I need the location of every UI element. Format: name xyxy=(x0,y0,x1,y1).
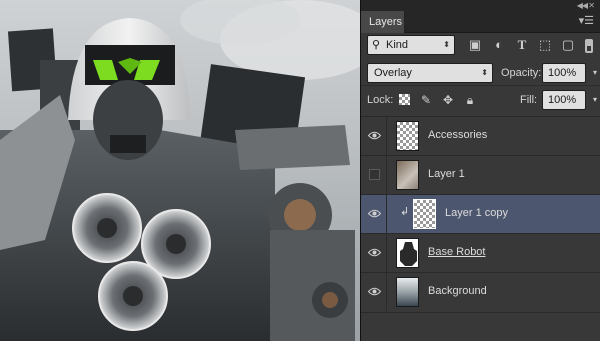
layer-row-layer-1[interactable]: Layer 1 xyxy=(361,155,600,194)
layer-name[interactable]: Accessories xyxy=(428,129,487,141)
layer-thumbnail xyxy=(396,160,419,190)
filter-toggle-icon[interactable] xyxy=(585,39,593,53)
panel-tab-row: Layers ▾☰ xyxy=(361,11,600,33)
visibility-toggle[interactable] xyxy=(361,234,387,272)
eye-icon xyxy=(368,209,381,218)
search-icon: ⚲ xyxy=(372,39,381,51)
lock-transparent-icon[interactable] xyxy=(399,94,410,105)
layer-thumbnail xyxy=(396,277,419,307)
filter-shape-icon[interactable]: ⬚ xyxy=(537,37,553,53)
blend-mode-dropdown[interactable]: Overlay ⬍ xyxy=(367,63,493,83)
layer-thumbnail xyxy=(396,121,419,151)
layer-row-background[interactable]: Background xyxy=(361,272,600,311)
lock-move-icon[interactable]: ✥ xyxy=(441,93,455,107)
robot-thumbnail-icon xyxy=(397,239,418,267)
eye-icon xyxy=(368,287,381,296)
layers-list-empty-area xyxy=(361,312,600,341)
visibility-toggle[interactable] xyxy=(361,273,387,311)
visibility-toggle[interactable] xyxy=(361,195,387,233)
layer-name[interactable]: Background xyxy=(428,285,487,297)
layer-thumbnail xyxy=(413,199,436,229)
clipping-mask-icon: ↲ xyxy=(400,206,410,218)
lock-all-icon[interactable]: 🔒︎ xyxy=(463,93,477,107)
layer-name[interactable]: Base Robot xyxy=(428,246,485,258)
panel-titlebar: ◀◀ ✕ xyxy=(361,0,600,11)
layer-row-accessories[interactable]: Accessories xyxy=(361,116,600,155)
fill-field[interactable]: 100% ▾ xyxy=(542,90,597,110)
filter-kind-dropdown[interactable]: ⚲ Kind ⬍ xyxy=(367,35,455,55)
opacity-field[interactable]: 100% ▾ xyxy=(542,63,597,83)
eye-icon xyxy=(368,131,381,140)
lock-row: Lock: ✎ ✥ 🔒︎ Fill: 100% ▾ xyxy=(361,87,600,114)
lock-brush-icon[interactable]: ✎ xyxy=(419,93,433,107)
fill-arrow-icon[interactable]: ▾ xyxy=(593,91,597,109)
layer-row-base-robot[interactable]: Base Robot xyxy=(361,233,600,272)
filter-pixel-icon[interactable]: ▣ xyxy=(467,37,483,53)
fill-value: 100% xyxy=(548,94,577,106)
panel-menu-icon[interactable]: ▾☰ xyxy=(579,14,594,27)
filter-adjustment-icon[interactable]: ◐ xyxy=(491,37,507,53)
fill-label: Fill: xyxy=(520,94,538,106)
layer-name[interactable]: Layer 1 copy xyxy=(445,207,508,219)
layers-panel: ◀◀ ✕ Layers ▾☰ ⚲ Kind ⬍ ▣ ◐ T ⬚ ▢ Overla… xyxy=(360,0,600,341)
layer-name[interactable]: Layer 1 xyxy=(428,168,465,180)
filter-kind-value: Kind xyxy=(386,39,409,51)
blend-mode-value: Overlay xyxy=(374,67,412,79)
hidden-eye-icon xyxy=(369,169,380,180)
blend-row: Overlay ⬍ Opacity: 100% ▾ xyxy=(361,60,600,86)
document-canvas[interactable] xyxy=(0,0,360,341)
filter-smartobject-icon[interactable]: ▢ xyxy=(560,37,576,53)
visibility-toggle[interactable] xyxy=(361,117,387,155)
robot-artwork xyxy=(0,0,360,341)
lock-label: Lock: xyxy=(367,94,394,106)
opacity-label: Opacity: xyxy=(501,67,542,79)
dropdown-arrow-icon: ⬍ xyxy=(481,68,488,77)
eye-icon xyxy=(368,248,381,257)
opacity-value: 100% xyxy=(548,67,577,79)
filter-row: ⚲ Kind ⬍ ▣ ◐ T ⬚ ▢ xyxy=(361,33,600,57)
collapse-arrows-icon[interactable]: ◀◀ ✕ xyxy=(577,0,595,11)
tab-layers[interactable]: Layers xyxy=(361,11,405,33)
opacity-arrow-icon[interactable]: ▾ xyxy=(593,64,597,82)
layer-thumbnail xyxy=(396,238,419,268)
filter-type-icon[interactable]: T xyxy=(514,37,530,53)
layer-row-layer-1-copy[interactable]: ↲ Layer 1 copy xyxy=(361,194,600,233)
dropdown-arrow-icon: ⬍ xyxy=(443,40,450,49)
layers-list: Accessories Layer 1 ↲ Layer 1 copy Base … xyxy=(361,116,600,311)
visibility-toggle[interactable] xyxy=(361,156,387,194)
